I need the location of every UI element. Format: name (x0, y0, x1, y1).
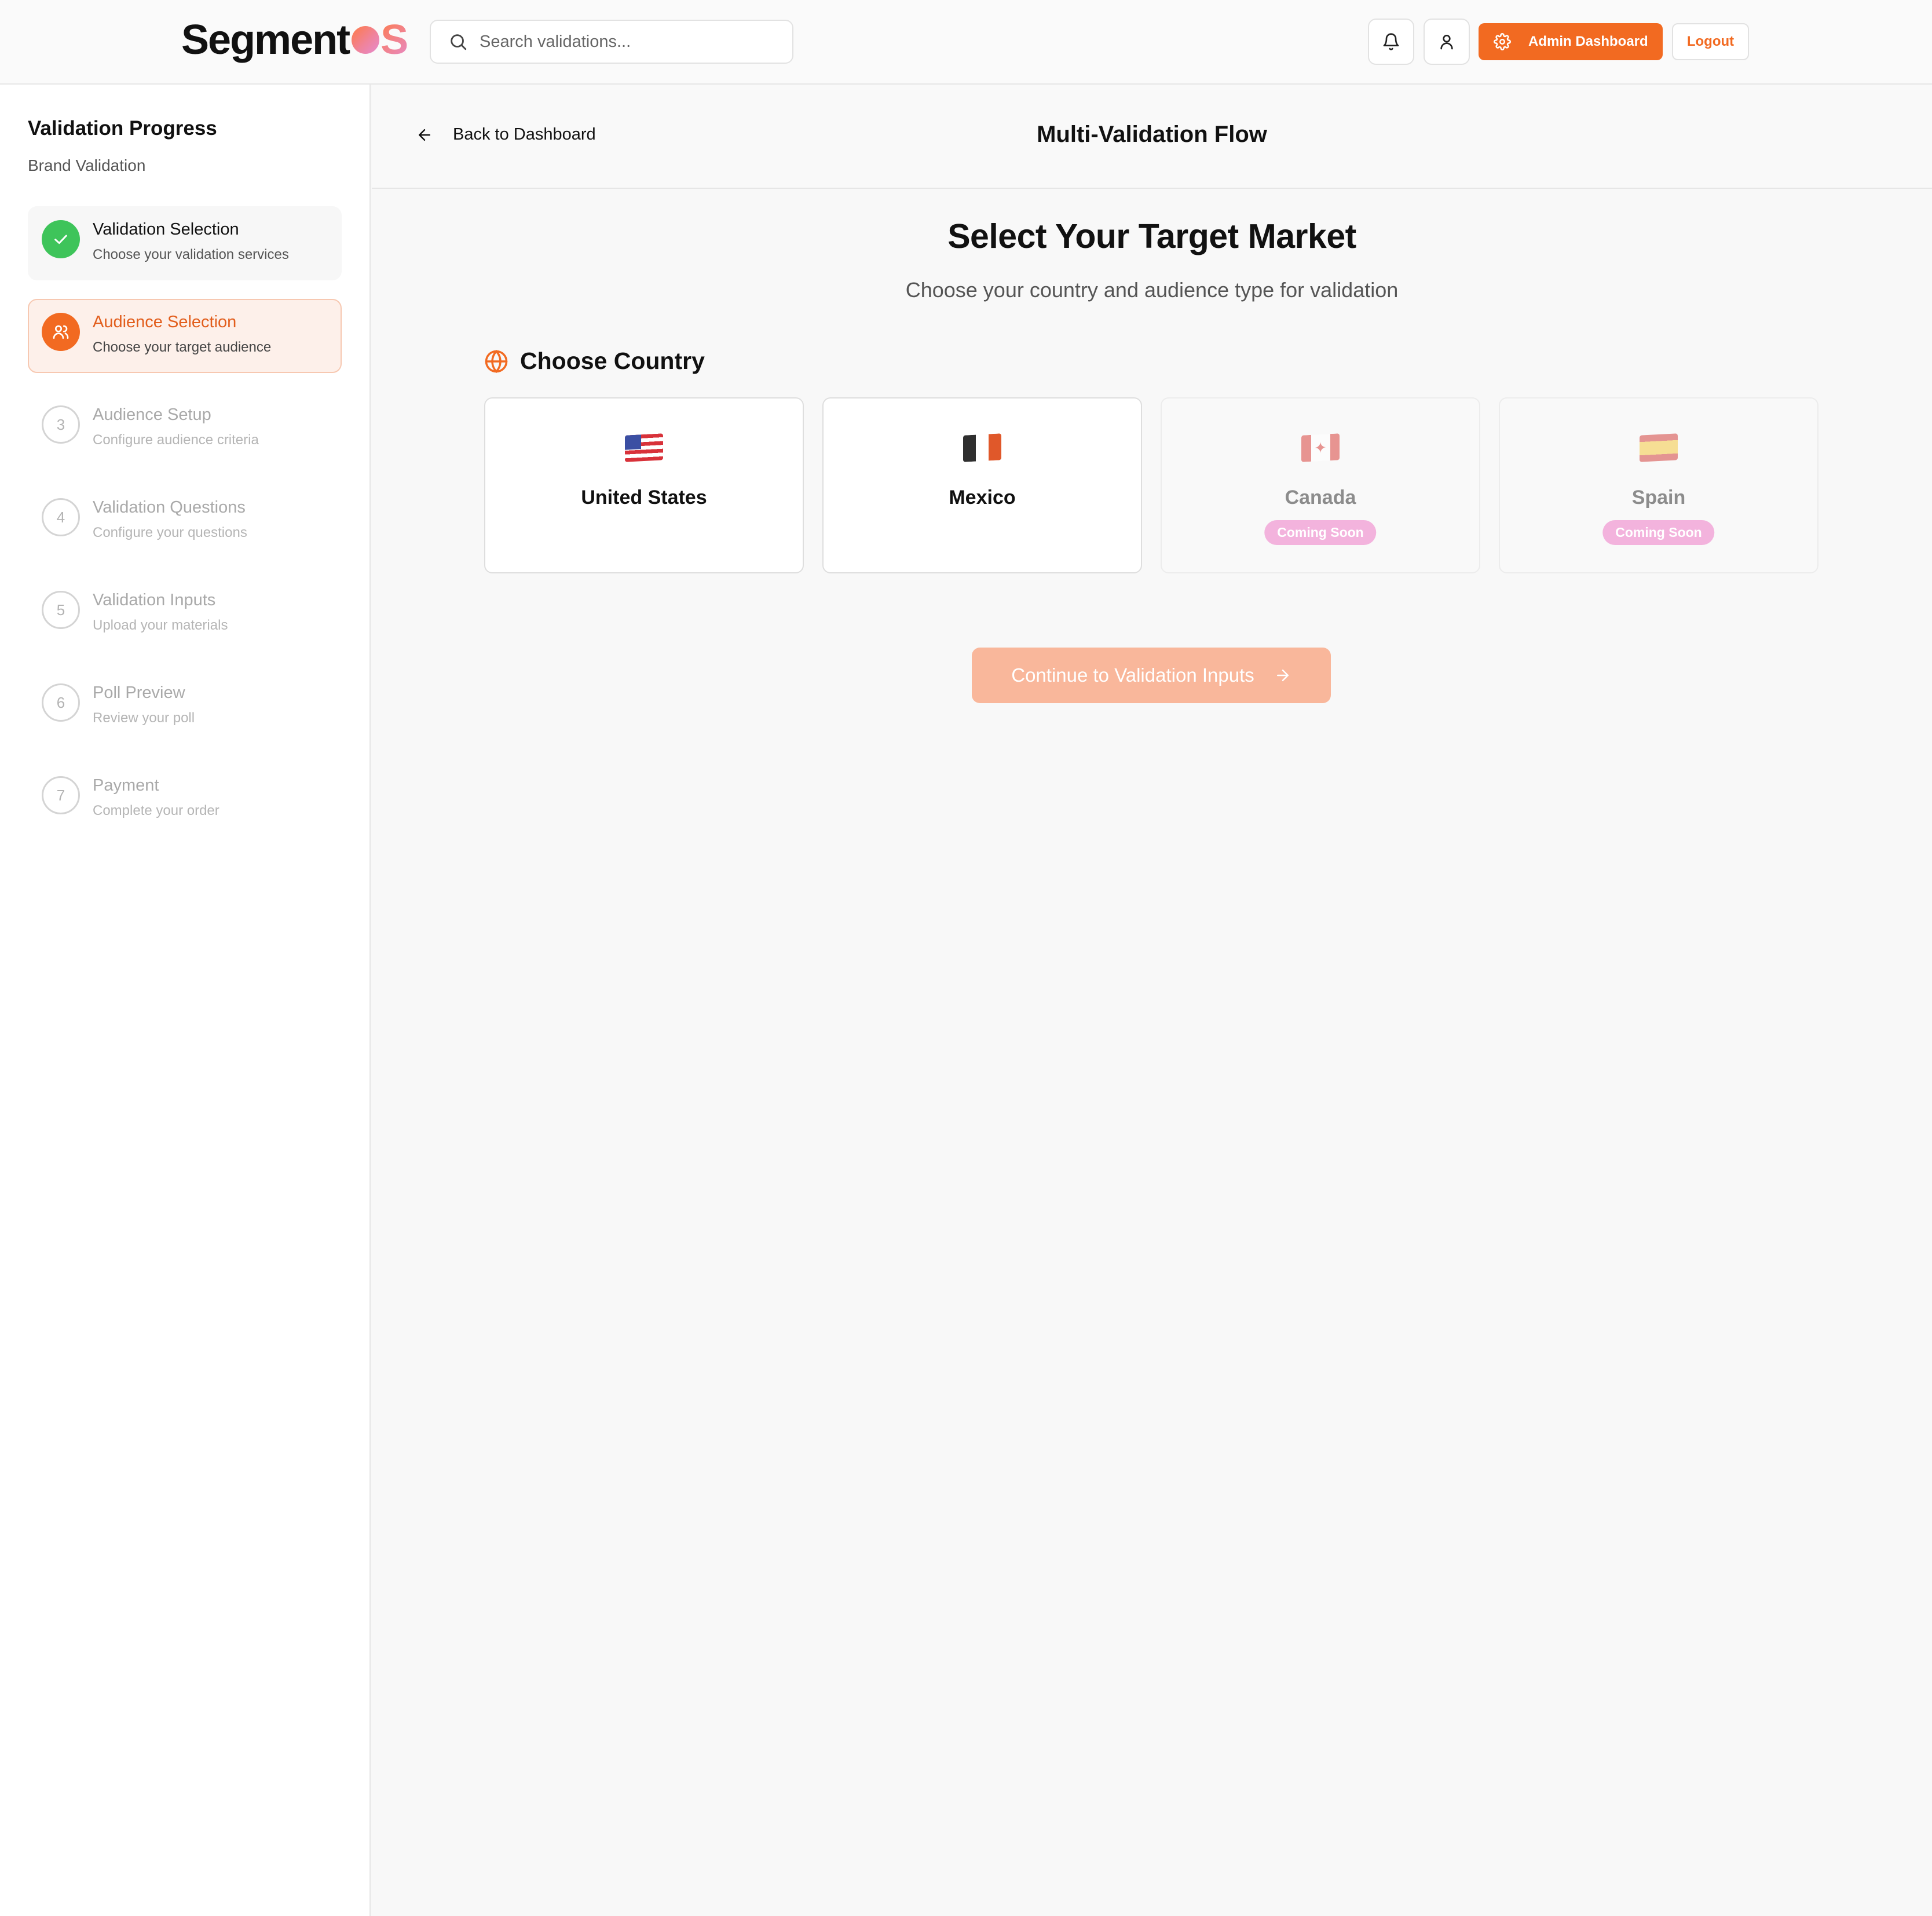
sidebar-subtitle: Brand Validation (28, 156, 146, 174)
country-card-united-states[interactable]: United States (484, 397, 804, 573)
step-title: Audience Selection (93, 313, 237, 331)
step-validation-selection[interactable]: Validation Selection Choose your validat… (28, 206, 342, 280)
step-description: Choose your target audience (93, 339, 272, 355)
country-name: United States (581, 487, 707, 509)
sidebar-title: Validation Progress (28, 117, 217, 140)
step-audience-selection[interactable]: Audience Selection Choose your target au… (28, 299, 342, 373)
section-title: Choose Country (520, 348, 705, 374)
step-complete-badge (42, 220, 80, 258)
admin-dashboard-label: Admin Dashboard (1528, 34, 1648, 49)
search-input[interactable] (480, 32, 781, 52)
flow-title-text: Multi-Validation Flow (1037, 122, 1267, 147)
step-number-badge: 7 (42, 776, 80, 814)
step-description: Complete your order (93, 803, 219, 818)
users-icon (53, 325, 69, 339)
step-poll-preview[interactable]: 6 Poll Preview Review your poll (28, 670, 342, 744)
step-description: Choose your validation services (93, 247, 289, 262)
logo-suffix: S (380, 17, 408, 63)
continue-label: Continue to Validation Inputs (1011, 664, 1254, 686)
user-icon (1440, 35, 1453, 50)
step-number-badge: 6 (42, 683, 80, 722)
logout-button[interactable]: Logout (1672, 23, 1749, 60)
step-description: Configure audience criteria (93, 432, 259, 448)
mexico-flag-icon (963, 433, 1001, 462)
step-description: Upload your materials (93, 617, 228, 633)
search-box[interactable] (430, 20, 793, 64)
country-card-canada: ✦ Canada Coming Soon (1161, 397, 1480, 573)
step-active-badge (42, 313, 80, 351)
step-title: Audience Setup (93, 405, 211, 424)
choose-country-heading: Choose Country (484, 348, 705, 375)
notifications-button[interactable] (1368, 19, 1414, 65)
country-card-spain: Spain Coming Soon (1499, 397, 1818, 573)
flow-subheader: Back to Dashboard Multi-Validation Flow (372, 85, 1932, 189)
step-number-badge: 5 (42, 591, 80, 629)
spain-flag-icon (1640, 433, 1678, 462)
search-icon (451, 34, 467, 50)
page-title: Select Your Target Market (947, 217, 1356, 255)
logo-o-mark (352, 26, 380, 54)
step-title: Validation Questions (93, 498, 246, 517)
arrow-right-icon (1276, 670, 1289, 681)
step-number-badge: 4 (42, 498, 80, 536)
check-icon (54, 235, 67, 244)
step-validation-inputs[interactable]: 5 Validation Inputs Upload your material… (28, 577, 342, 651)
step-audience-setup[interactable]: 3 Audience Setup Configure audience crit… (28, 392, 342, 466)
us-flag-icon (625, 433, 663, 462)
step-description: Review your poll (93, 710, 195, 726)
step-title: Payment (93, 776, 159, 795)
country-name: Spain (1631, 487, 1686, 509)
continue-button[interactable]: Continue to Validation Inputs (972, 648, 1331, 703)
step-title: Validation Inputs (93, 591, 216, 609)
bell-icon (1383, 33, 1399, 50)
step-description: Configure your questions (93, 525, 247, 540)
admin-dashboard-button[interactable]: Admin Dashboard (1479, 23, 1663, 60)
globe-icon (485, 349, 508, 373)
logo-text: Segment (181, 17, 350, 63)
country-card-mexico[interactable]: Mexico (822, 397, 1142, 573)
gear-icon (1494, 33, 1511, 50)
coming-soon-badge: Coming Soon (1264, 520, 1377, 545)
progress-sidebar: Validation Progress Brand Validation Val… (0, 85, 371, 1916)
profile-button[interactable] (1424, 19, 1470, 65)
coming-soon-badge: Coming Soon (1602, 520, 1715, 545)
step-title: Validation Selection (93, 220, 239, 239)
country-name: Canada (1285, 487, 1356, 509)
top-header: Segment S Admin Dashboard Logout (0, 0, 1932, 85)
step-validation-questions[interactable]: 4 Validation Questions Configure your qu… (28, 484, 342, 558)
step-payment[interactable]: 7 Payment Complete your order (28, 762, 342, 836)
flow-title: Multi-Validation Flow (372, 122, 1932, 148)
step-title: Poll Preview (93, 683, 185, 702)
logo[interactable]: Segment S (181, 14, 408, 66)
canada-flag-icon: ✦ (1301, 433, 1340, 462)
page-subtitle: Choose your country and audience type fo… (905, 278, 1399, 302)
step-number-badge: 3 (42, 405, 80, 444)
country-name: Mexico (949, 487, 1016, 509)
